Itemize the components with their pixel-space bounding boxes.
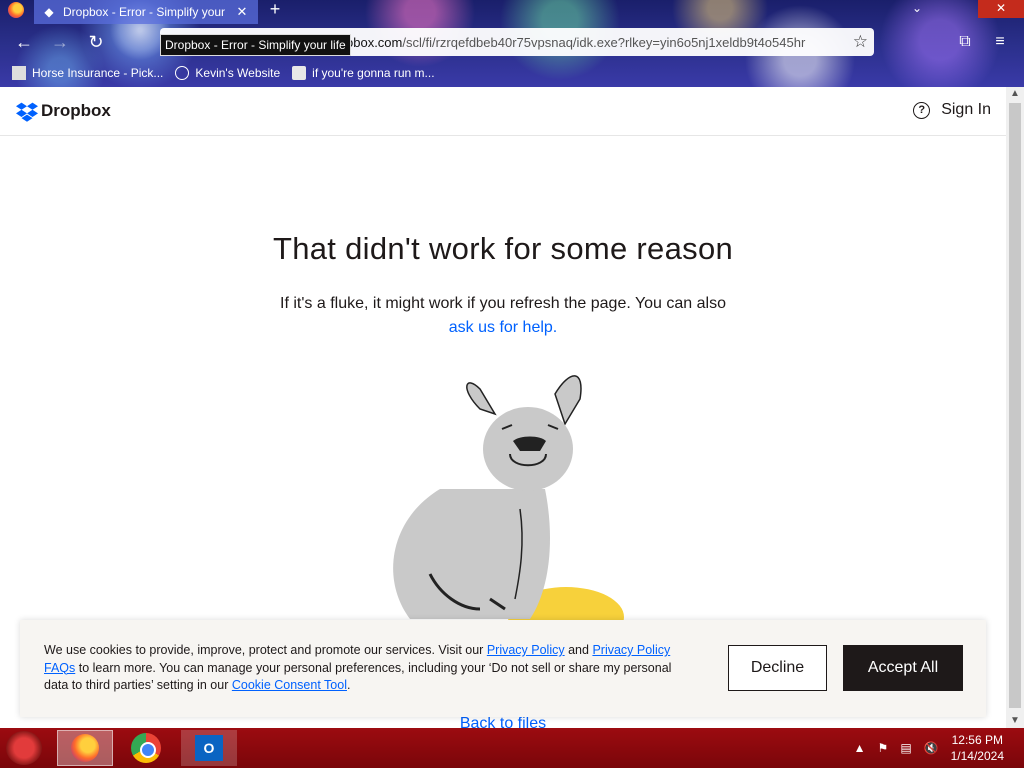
list-tabs-chevron-icon[interactable]: ⌄ (902, 0, 932, 18)
tab-title: Dropbox - Error - Simplify your (63, 5, 226, 19)
hamburger-menu-icon[interactable]: ≡ (990, 32, 1010, 52)
page-scrollbar[interactable]: ▲ ▼ (1006, 87, 1024, 728)
network-icon[interactable]: ▤ (900, 741, 911, 755)
help-question-icon[interactable]: ? (913, 101, 931, 119)
bookmark-label: Horse Insurance - Pick... (32, 66, 164, 80)
bookmark-star-icon[interactable]: ☆ (853, 32, 868, 52)
back-arrow-icon[interactable]: ← (12, 30, 36, 54)
tab-close-icon[interactable]: ✕ (235, 4, 249, 20)
dropbox-logo[interactable]: Dropbox (16, 101, 111, 122)
url-host: obox.com (346, 34, 403, 50)
reload-icon[interactable]: ↻ (84, 30, 108, 54)
forward-arrow-icon[interactable]: → (48, 30, 72, 54)
bookmark-favicon-icon (12, 66, 26, 80)
cookie-text-part: to learn more. You can manage your perso… (44, 660, 672, 693)
window-controls: ⌄ ✕ (902, 0, 1024, 18)
bookmark-label: Kevin's Website (195, 66, 281, 80)
taskbar-chrome[interactable] (118, 730, 174, 766)
cookie-text-part: and (568, 643, 589, 657)
bookmark-gonna-run[interactable]: if you're gonna run m... (292, 66, 435, 80)
help-link[interactable]: ask us for help. (449, 319, 558, 336)
error-body-text: If it's a fluke, it might work if you re… (280, 295, 726, 312)
minimize-button[interactable] (932, 0, 978, 18)
dropbox-logo-icon (16, 102, 38, 122)
cookie-text-part: . (346, 678, 351, 692)
bookmark-kevins-website[interactable]: Kevin's Website (175, 66, 280, 80)
bookmark-favicon-icon (292, 66, 307, 80)
tab-dropbox-error[interactable]: ◆ Dropbox - Error - Simplify your ✕ (34, 0, 258, 24)
error-headline: That didn't work for some reason (272, 231, 734, 266)
volume-muted-icon[interactable]: 🔇 (924, 741, 939, 755)
system-tray: ▲ ⚑ ▤ 🔇 12:56 PM 1/14/2024 (854, 728, 1024, 768)
decline-button[interactable]: Decline (728, 645, 827, 691)
extensions-puzzle-icon[interactable]: ⧉ (955, 32, 975, 52)
cookie-banner: We use cookies to provide, improve, prot… (20, 620, 986, 717)
sign-in-label[interactable]: Sign In (941, 101, 991, 119)
new-tab-button[interactable]: + (266, 0, 284, 20)
nav-toolbar: ← → ↻ obox.com/scl/fi/rzrqefdbeb40r75vps… (0, 24, 1024, 60)
clock-time: 12:56 PM (951, 733, 1003, 747)
browser-chrome: ◆ Dropbox - Error - Simplify your ✕ + ⌄ … (0, 0, 1024, 87)
firefox-icon[interactable] (8, 2, 24, 18)
window-close-button[interactable]: ✕ (978, 0, 1024, 18)
taskbar-outlook[interactable]: O (181, 730, 237, 766)
privacy-policy-link[interactable]: Privacy Policy (487, 643, 565, 657)
site-header: Dropbox ? Sign In (0, 87, 1006, 136)
bookmark-label: if you're gonna run m... (312, 66, 435, 80)
cookie-consent-tool-link[interactable]: Cookie Consent Tool (232, 678, 347, 692)
start-orb-icon[interactable] (6, 731, 42, 765)
sad-dog-illustration (393, 375, 624, 629)
url-path: /scl/fi/rzrqefdbeb40r75vpsnaq/idk.exe?rl… (402, 34, 806, 50)
bookmark-horse-insurance[interactable]: Horse Insurance - Pick... (12, 66, 163, 80)
globe-icon (175, 66, 190, 80)
chrome-icon (131, 733, 161, 763)
taskbar-firefox[interactable] (57, 730, 113, 766)
outlook-icon: O (195, 735, 223, 761)
url-text[interactable]: obox.com/scl/fi/rzrqefdbeb40r75vpsnaq/id… (346, 35, 841, 50)
cookie-text: We use cookies to provide, improve, prot… (44, 642, 694, 695)
cookie-text-part: We use cookies to provide, improve, prot… (44, 643, 484, 657)
tab-strip: ◆ Dropbox - Error - Simplify your ✕ + ⌄ … (0, 0, 1024, 24)
tab-tooltip: Dropbox - Error - Simplify your life (160, 34, 351, 56)
action-center-icon[interactable]: ⚑ (878, 741, 889, 755)
windows-taskbar: O ▲ ⚑ ▤ 🔇 12:56 PM 1/14/2024 (0, 728, 1024, 768)
clock-date: 1/14/2024 (950, 749, 1004, 763)
scroll-down-icon[interactable]: ▼ (1006, 714, 1024, 728)
bookmarks-bar: Horse Insurance - Pick... Kevin's Websit… (0, 60, 1024, 86)
scroll-up-icon[interactable]: ▲ (1006, 87, 1024, 101)
show-hidden-icons-icon[interactable]: ▲ (854, 741, 866, 755)
scrollbar-thumb[interactable] (1009, 103, 1021, 708)
logo-wordmark: Dropbox (41, 101, 111, 120)
dropbox-favicon-icon: ◆ (44, 5, 54, 19)
firefox-icon (71, 734, 99, 762)
system-clock[interactable]: 12:56 PM 1/14/2024 (951, 732, 1004, 764)
accept-all-button[interactable]: Accept All (843, 645, 963, 691)
error-description: If it's a fluke, it might work if you re… (0, 292, 1006, 340)
sign-in-link[interactable]: ? Sign In (913, 101, 991, 119)
